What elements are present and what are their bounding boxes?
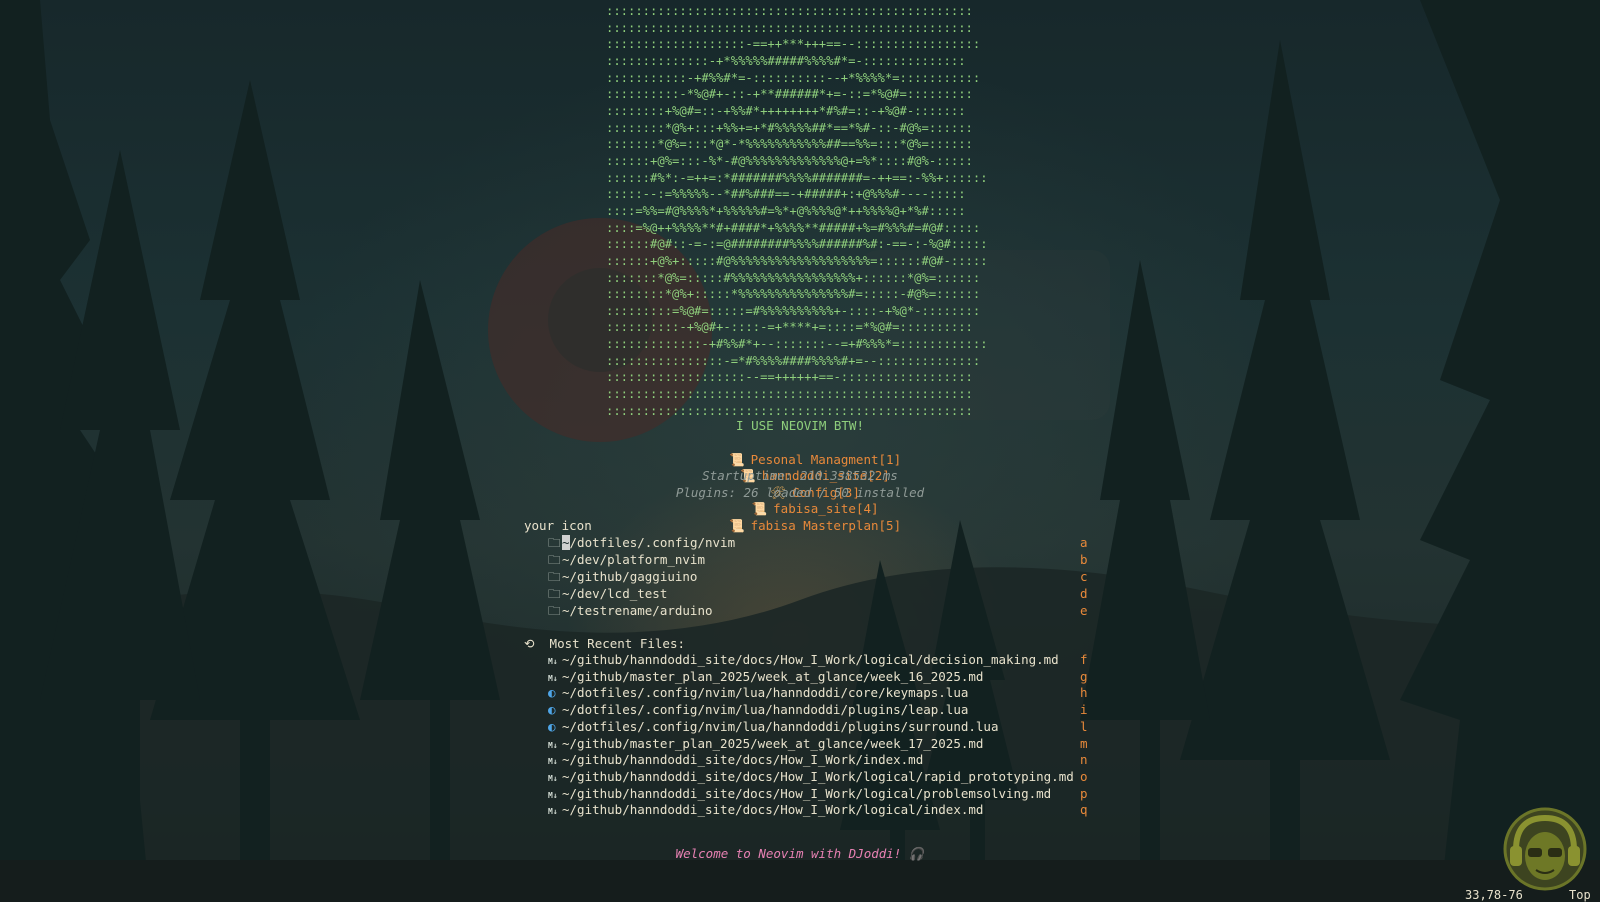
shortcut-key: e bbox=[1080, 603, 1088, 618]
project-path: ~/testrename/arduino bbox=[562, 603, 713, 618]
scroll-icon: 📜 bbox=[729, 451, 745, 467]
shortcut-key: f bbox=[1080, 652, 1088, 667]
shortcut-key: q bbox=[1080, 802, 1088, 818]
bookmark-4[interactable]: 📜 fabisa_site[4] bbox=[752, 501, 879, 516]
project-item[interactable]: 🗀~/github/gaggiuino c bbox=[548, 569, 1088, 586]
project-path: ~/github/gaggiuino bbox=[562, 569, 698, 584]
project-item[interactable]: 🗀~/dev/platform_nvim b bbox=[548, 552, 1088, 569]
folder-icon: 🗀 bbox=[548, 535, 561, 550]
tagline: I USE NEOVIM BTW! bbox=[736, 418, 864, 433]
lua-file-icon: ◐ bbox=[548, 702, 556, 718]
folder-icon: 🗀 bbox=[548, 586, 561, 601]
recent-file-path: ~/github/master_plan_2025/week_at_glance… bbox=[562, 668, 984, 684]
shortcut-key: o bbox=[1080, 768, 1088, 784]
shortcut-key: d bbox=[1080, 586, 1088, 601]
recent-files-title: Most Recent Files: bbox=[549, 636, 686, 651]
neovim-dashboard: ::::::::::::::::::::::::::::::::::::::::… bbox=[0, 0, 1600, 902]
recent-file-path: ~/github/hanndoddi_site/docs/How_I_Work/… bbox=[562, 652, 1059, 667]
projects-section-title: your icon bbox=[524, 518, 592, 533]
scroll-icon: 📜 bbox=[729, 517, 745, 533]
project-item[interactable]: 🗀~/testrename/arduino e bbox=[548, 603, 1088, 620]
bookmark-label: Pesonal Managment[1] bbox=[750, 451, 902, 467]
recent-file-item[interactable]: M↓ ~/github/hanndoddi_site/docs/How_I_Wor… bbox=[548, 802, 1088, 821]
shortcut-key: i bbox=[1080, 702, 1088, 718]
recent-file-item[interactable]: ◐ ~/dotfiles/.config/nvim/lua/hanndoddi/c… bbox=[548, 685, 1088, 702]
scroll-icon: 📜 bbox=[751, 501, 768, 517]
lua-file-icon: ◐ bbox=[548, 718, 556, 734]
scroll-indicator: Top bbox=[1569, 888, 1591, 902]
project-path: /dotfiles/.config/nvim bbox=[569, 535, 736, 550]
shortcut-key: n bbox=[1080, 752, 1088, 768]
startuptime-text: Startuptime: 210.338532 ms bbox=[702, 468, 898, 483]
folder-icon: 🗀 bbox=[548, 603, 561, 618]
bookmark-5[interactable]: 📜 fabisa Masterplan[5] bbox=[729, 518, 901, 533]
cursor-position: 33,78-76 bbox=[1465, 888, 1523, 902]
ascii-art-header: ::::::::::::::::::::::::::::::::::::::::… bbox=[606, 4, 988, 418]
shortcut-key: c bbox=[1080, 569, 1088, 584]
recent-file-item[interactable]: ◐ ~/dotfiles/.config/nvim/lua/hanndoddi/p… bbox=[548, 719, 1088, 736]
project-item[interactable]: 🗀~/dotfiles/.config/nvim a bbox=[548, 535, 1088, 552]
recent-file-path: ~/github/master_plan_2025/week_at_glance… bbox=[562, 735, 984, 751]
shortcut-key: l bbox=[1080, 718, 1088, 734]
project-path: ~/dev/platform_nvim bbox=[562, 552, 705, 567]
bookmark-label: fabisa Masterplan[5] bbox=[750, 517, 902, 533]
djoddi-avatar-icon bbox=[1503, 807, 1587, 891]
history-icon: ⟲ bbox=[524, 636, 535, 651]
recent-file-path: ~/dotfiles/.config/nvim/lua/hanndoddi/pl… bbox=[562, 718, 999, 734]
project-path: ~/dev/lcd_test bbox=[562, 586, 668, 601]
shortcut-key: b bbox=[1080, 552, 1088, 567]
text-cursor: ~ bbox=[562, 535, 570, 550]
shortcut-key: p bbox=[1080, 785, 1088, 801]
shortcut-key: g bbox=[1080, 668, 1088, 684]
lua-file-icon: ◐ bbox=[548, 685, 556, 701]
recent-files-section: ⟲ Most Recent Files: bbox=[524, 636, 685, 653]
shortcut-key: h bbox=[1080, 685, 1088, 701]
recent-file-path: ~/github/hanndoddi_site/docs/How_I_Work/… bbox=[562, 785, 1052, 801]
recent-file-item[interactable]: ◐ ~/dotfiles/.config/nvim/lua/hanndoddi/p… bbox=[548, 702, 1088, 719]
shortcut-key: m bbox=[1080, 735, 1088, 751]
markdown-file-icon: M↓ bbox=[548, 807, 558, 817]
recent-file-path: ~/dotfiles/.config/nvim/lua/hanndoddi/pl… bbox=[562, 702, 969, 718]
plugins-count-text: Plugins: 26 loaded / 50 installed bbox=[675, 485, 925, 500]
recent-file-path: ~/github/hanndoddi_site/docs/How_I_Work/… bbox=[562, 768, 1074, 784]
recent-file-path: ~/github/hanndoddi_site/docs/How_I_Work/… bbox=[562, 752, 924, 768]
bookmark-1[interactable]: 📜 Pesonal Managment[1] bbox=[729, 452, 901, 467]
folder-icon: 🗀 bbox=[548, 552, 561, 567]
bookmark-label: fabisa_site[4] bbox=[773, 501, 879, 517]
recent-file-path: ~/dotfiles/.config/nvim/lua/hanndoddi/co… bbox=[562, 685, 969, 701]
shortcut-key: a bbox=[1080, 535, 1088, 550]
folder-icon: 🗀 bbox=[548, 569, 561, 584]
recent-file-path: ~/github/hanndoddi_site/docs/How_I_Work/… bbox=[562, 802, 984, 818]
welcome-footer: Welcome to Neovim with DJoddi! 🎧 bbox=[675, 846, 925, 861]
project-item[interactable]: 🗀~/dev/lcd_test d bbox=[548, 586, 1088, 603]
